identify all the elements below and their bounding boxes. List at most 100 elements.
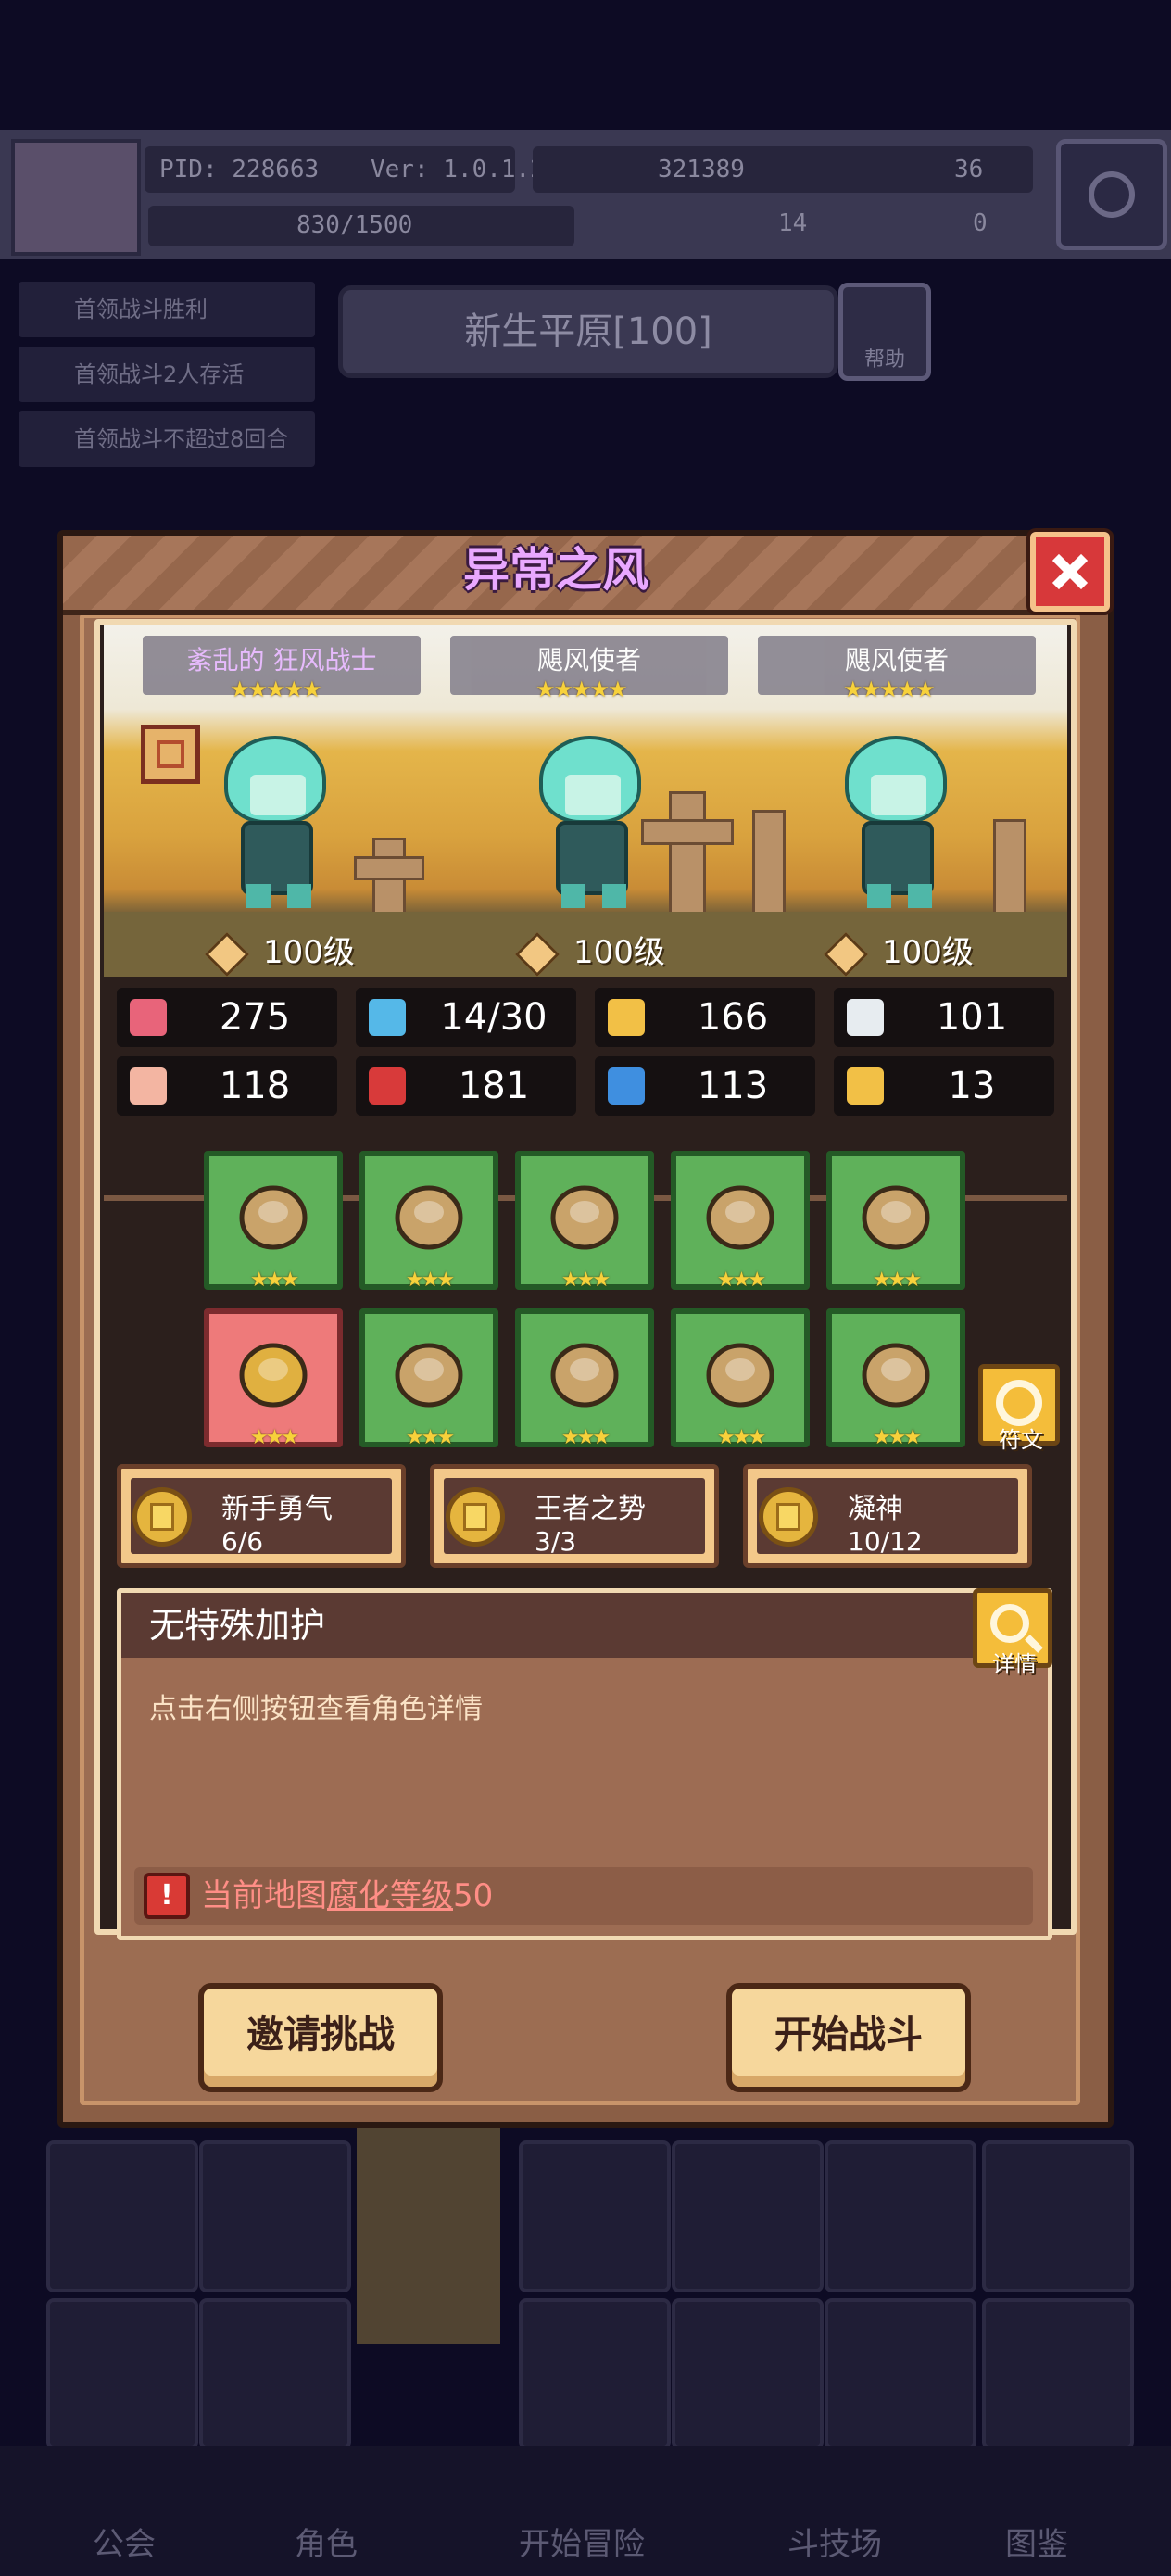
enemy-sprite[interactable] xyxy=(206,736,345,908)
stat-magic: 181 xyxy=(356,1056,576,1116)
weapon-class-icon xyxy=(204,931,250,977)
close-button[interactable] xyxy=(1030,532,1110,612)
equipment-slot[interactable]: ★★★ xyxy=(671,1151,810,1292)
inventory-slot[interactable] xyxy=(672,2140,824,2292)
swap-icon xyxy=(996,1380,1042,1426)
coin-icon xyxy=(759,1487,818,1547)
inventory-slot[interactable] xyxy=(46,2298,198,2450)
gravestone xyxy=(669,791,706,917)
equipment-stars: ★★★ xyxy=(249,1269,299,1292)
inventory-slot[interactable] xyxy=(199,2298,351,2450)
equipment-slot[interactable]: ★★★ xyxy=(826,1308,965,1449)
necklace-icon xyxy=(543,1175,626,1258)
nav-guild[interactable]: 公会 xyxy=(93,2519,156,2564)
enemy-sprite[interactable] xyxy=(521,736,660,908)
equipment-slot[interactable]: ★★★ xyxy=(515,1308,654,1449)
inventory-slot[interactable] xyxy=(825,2140,976,2292)
inventory-slot[interactable] xyxy=(199,2140,351,2292)
exp-text: 830/1500 xyxy=(296,211,413,239)
magnifier-icon xyxy=(990,1604,1029,1643)
gravestone xyxy=(993,819,1026,917)
corruption-warning: ! 当前地图腐化等级50 xyxy=(134,1867,1033,1925)
player-avatar[interactable] xyxy=(11,139,141,256)
gauntlet-icon xyxy=(543,1332,626,1416)
start-battle-button[interactable]: 开始战斗 xyxy=(726,1983,971,2092)
nav-character[interactable]: 角色 xyxy=(295,2519,358,2564)
inventory-slot[interactable] xyxy=(519,2140,671,2292)
skill-slot-3[interactable]: 凝神 10/12 xyxy=(743,1464,1032,1568)
spellbook-icon xyxy=(369,1067,406,1105)
equipment-slot[interactable]: ★★★ xyxy=(671,1308,810,1449)
skill-slot-1[interactable]: 新手勇气 6/6 xyxy=(117,1464,406,1568)
equipment-slot[interactable]: ★★★ xyxy=(826,1151,965,1292)
gravestone xyxy=(752,810,786,917)
skill-slot-2[interactable]: 王者之势 3/3 xyxy=(430,1464,719,1568)
rune-label: 符文 xyxy=(999,1427,1043,1453)
detail-label: 详情 xyxy=(992,1651,1037,1677)
equipment-slot[interactable]: ★★★ xyxy=(515,1151,654,1292)
inventory-slot[interactable] xyxy=(672,2298,824,2450)
stat-luck: 13 xyxy=(834,1056,1054,1116)
settings-gear-icon[interactable] xyxy=(1056,139,1167,250)
equipment-stars: ★★★ xyxy=(405,1426,455,1449)
heart-icon xyxy=(130,999,167,1036)
help-label: 帮助 xyxy=(863,348,905,372)
scroll-icon xyxy=(608,1067,645,1105)
equipment-slot[interactable]: ★★★ xyxy=(359,1308,498,1449)
game-version: Ver: 1.0.1.2 xyxy=(371,156,545,183)
help-button[interactable]: 帮助 xyxy=(838,283,931,381)
protection-title: 无特殊加护 xyxy=(149,1605,326,1646)
enemy-level-2: 100级 xyxy=(573,934,665,971)
stat-resist: 113 xyxy=(595,1056,815,1116)
enemy-stars-1: ★★★★★ xyxy=(230,676,322,702)
wing-icon xyxy=(847,999,884,1036)
enemy-level-3: 100级 xyxy=(882,934,974,971)
nav-codex[interactable]: 图鉴 xyxy=(1005,2519,1068,2564)
protection-panel: 无特殊加护 点击右侧按钮查看角色详情 ! 当前地图腐化等级50 xyxy=(117,1588,1052,1940)
map-name[interactable]: 新生平原[100] xyxy=(338,285,838,378)
dialog-title: 异常之风 xyxy=(463,543,648,597)
stat-hp: 275 xyxy=(117,988,337,1047)
gold-amount: 321389 xyxy=(658,156,745,183)
weapon-class-icon xyxy=(823,931,869,977)
equipment-stars: ★★★ xyxy=(405,1269,455,1292)
enemy-sprite[interactable] xyxy=(826,736,965,908)
resource-b: 0 xyxy=(973,209,988,237)
nav-adventure[interactable]: 开始冒险 xyxy=(519,2519,645,2564)
corruption-level-link[interactable]: 腐化等级 xyxy=(327,1877,453,1914)
player-id: PID: 228663 xyxy=(159,156,320,183)
quest-item: 首领战斗2人存活 xyxy=(19,347,315,402)
inventory-slot[interactable] xyxy=(982,2298,1134,2450)
mana-drop-icon xyxy=(369,999,406,1036)
coin-icon xyxy=(446,1487,505,1547)
quest-item: 首领战斗胜利 xyxy=(19,282,315,337)
enemy-stars-2: ★★★★★ xyxy=(535,676,628,702)
equipment-slot[interactable]: ★★★ xyxy=(204,1151,343,1292)
equipment-slot[interactable]: ★★★ xyxy=(204,1308,343,1449)
quest-item: 首领战斗不超过8回合 xyxy=(19,411,315,467)
resource-a: 14 xyxy=(778,209,808,237)
gem-amount: 36 xyxy=(954,156,984,183)
warning-prefix: 当前地图 xyxy=(201,1877,327,1914)
coin-icon xyxy=(132,1487,192,1547)
inventory-slot[interactable] xyxy=(519,2298,671,2450)
equipment-stars: ★★★ xyxy=(560,1426,611,1449)
boots-icon xyxy=(854,1332,938,1416)
belt-icon xyxy=(699,1332,782,1416)
inventory-slot[interactable] xyxy=(982,2140,1134,2292)
invite-challenge-button[interactable]: 邀请挑战 xyxy=(198,1983,443,2092)
stat-defense: 166 xyxy=(595,988,815,1047)
level-badge-icon[interactable] xyxy=(141,725,200,784)
inventory-slot[interactable] xyxy=(46,2140,198,2292)
enemy-stars-3: ★★★★★ xyxy=(843,676,936,702)
equipment-stars: ★★★ xyxy=(872,1269,922,1292)
equipment-stars: ★★★ xyxy=(249,1426,299,1449)
straw-hat-icon xyxy=(232,1332,315,1416)
medallion-icon xyxy=(699,1175,782,1258)
stat-mana: 14/30 xyxy=(356,988,576,1047)
wooden-shield-icon xyxy=(387,1175,471,1258)
inventory-slot[interactable] xyxy=(825,2298,976,2450)
equipment-slot[interactable]: ★★★ xyxy=(359,1151,498,1292)
equipment-stars: ★★★ xyxy=(716,1426,766,1449)
nav-arena[interactable]: 斗技场 xyxy=(787,2519,882,2564)
